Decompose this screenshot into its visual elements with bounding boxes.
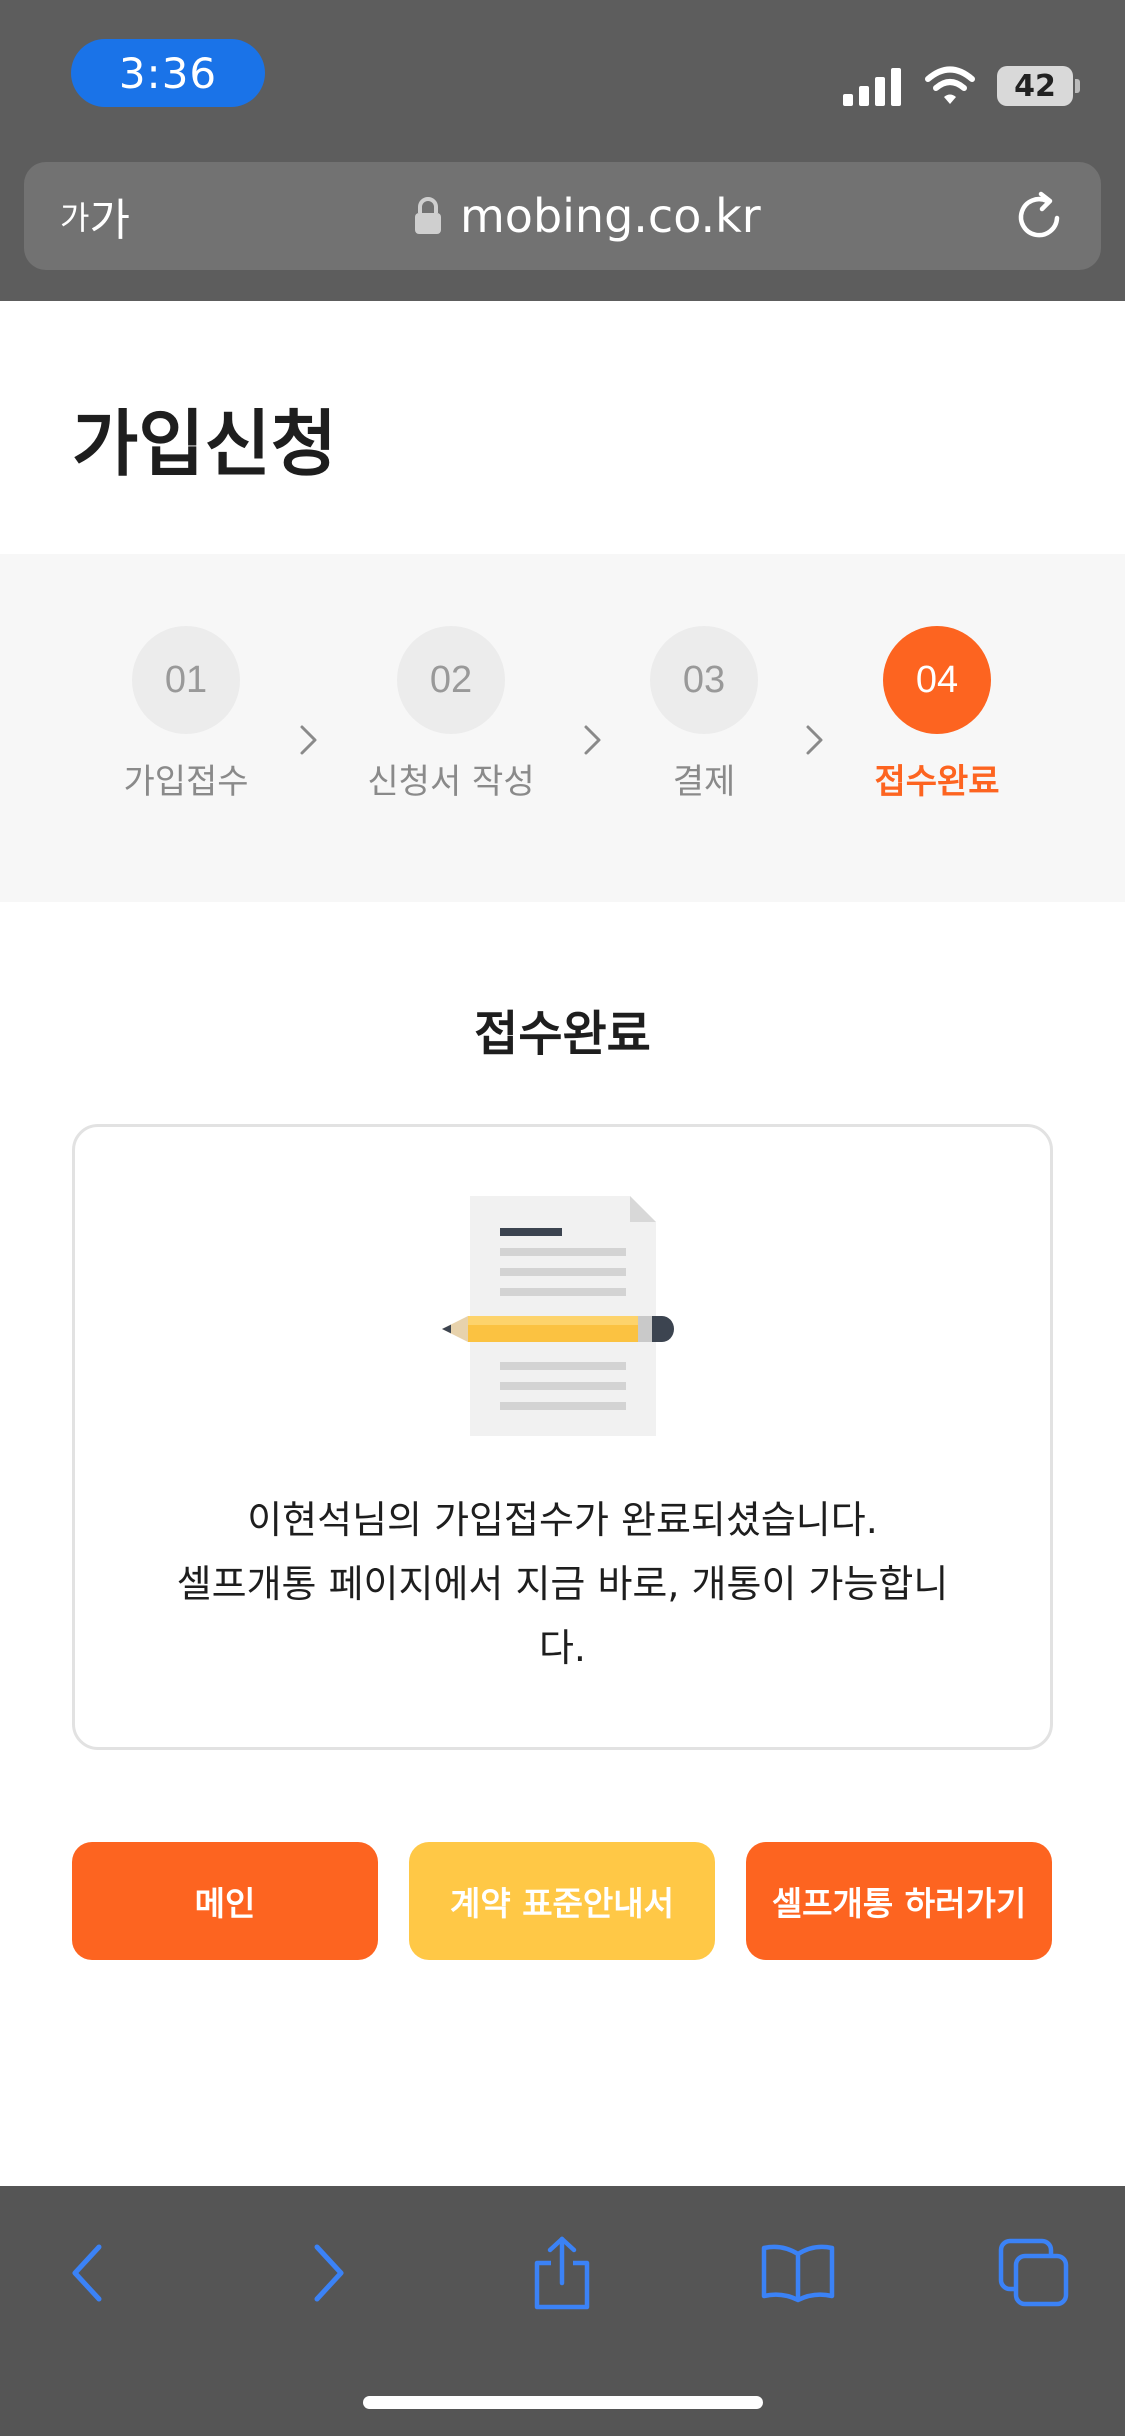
- step-3: 03 결제: [584, 626, 824, 803]
- contract-guide-button[interactable]: 계약 표준안내서: [409, 1842, 715, 1960]
- status-bar: 3:36 42: [0, 0, 1125, 150]
- book-icon: [761, 2244, 835, 2303]
- browser-top-chrome: 3:36 42 가가 mobing.co.kr: [0, 0, 1125, 301]
- forward-button[interactable]: [284, 2228, 374, 2318]
- reload-icon[interactable]: [1013, 190, 1065, 242]
- home-indicator[interactable]: [363, 2396, 763, 2409]
- back-button[interactable]: [42, 2228, 132, 2318]
- text-size-button[interactable]: 가가: [60, 162, 130, 270]
- message-line-2: 셀프개통 페이지에서 지금 바로, 개통이 가능합니: [176, 1562, 949, 1606]
- text-size-small-glyph: 가: [60, 199, 90, 237]
- battery-indicator: 42: [997, 66, 1080, 106]
- step-2: 02 신청서 작성: [331, 626, 571, 803]
- document-pencil-illustration: [442, 1196, 674, 1436]
- lock-icon: [415, 197, 441, 234]
- step-3-label: 결제: [672, 762, 736, 802]
- step-1-number: 01: [132, 626, 240, 734]
- completion-message: 이현석님의 가입접수가 완료되셨습니다. 셀프개통 페이지에서 지금 바로, 개…: [130, 1488, 995, 1680]
- bookmarks-button[interactable]: [753, 2228, 843, 2318]
- chevron-left-icon: [72, 2244, 102, 2302]
- wifi-icon: [925, 66, 975, 104]
- step-4-label: 접수완료: [874, 762, 1000, 802]
- step-1: 01 가입접수: [66, 626, 306, 803]
- step-1-label: 가입접수: [123, 762, 249, 802]
- page-title: 가입신청: [72, 402, 337, 486]
- signal-icon: [843, 68, 901, 106]
- url-text: mobing.co.kr: [460, 189, 761, 243]
- step-4-number: 04: [883, 626, 991, 734]
- step-2-number: 02: [397, 626, 505, 734]
- share-icon: [534, 2236, 590, 2310]
- message-line-3: 다.: [538, 1626, 587, 1670]
- tabs-button[interactable]: [989, 2228, 1079, 2318]
- text-size-large-glyph: 가: [89, 195, 130, 246]
- step-4: 04 접수완료: [817, 626, 1057, 803]
- step-2-label: 신청서 작성: [367, 762, 535, 802]
- section-title: 접수완료: [474, 1006, 651, 1062]
- message-line-1: 이현석님의 가입접수가 완료되셨습니다.: [247, 1498, 878, 1542]
- step-arrow-icon: [300, 725, 317, 755]
- address-bar[interactable]: 가가 mobing.co.kr: [24, 162, 1101, 270]
- chevron-right-icon: [314, 2244, 344, 2302]
- status-time[interactable]: 3:36: [71, 39, 265, 107]
- main-button[interactable]: 메인: [72, 1842, 378, 1960]
- tabs-icon: [998, 2238, 1069, 2307]
- url-display[interactable]: mobing.co.kr: [414, 162, 761, 270]
- share-button[interactable]: [517, 2228, 607, 2318]
- step-3-number: 03: [650, 626, 758, 734]
- self-activation-button[interactable]: 셀프개통 하러가기: [746, 1842, 1052, 1960]
- status-icons: 42: [843, 62, 1080, 110]
